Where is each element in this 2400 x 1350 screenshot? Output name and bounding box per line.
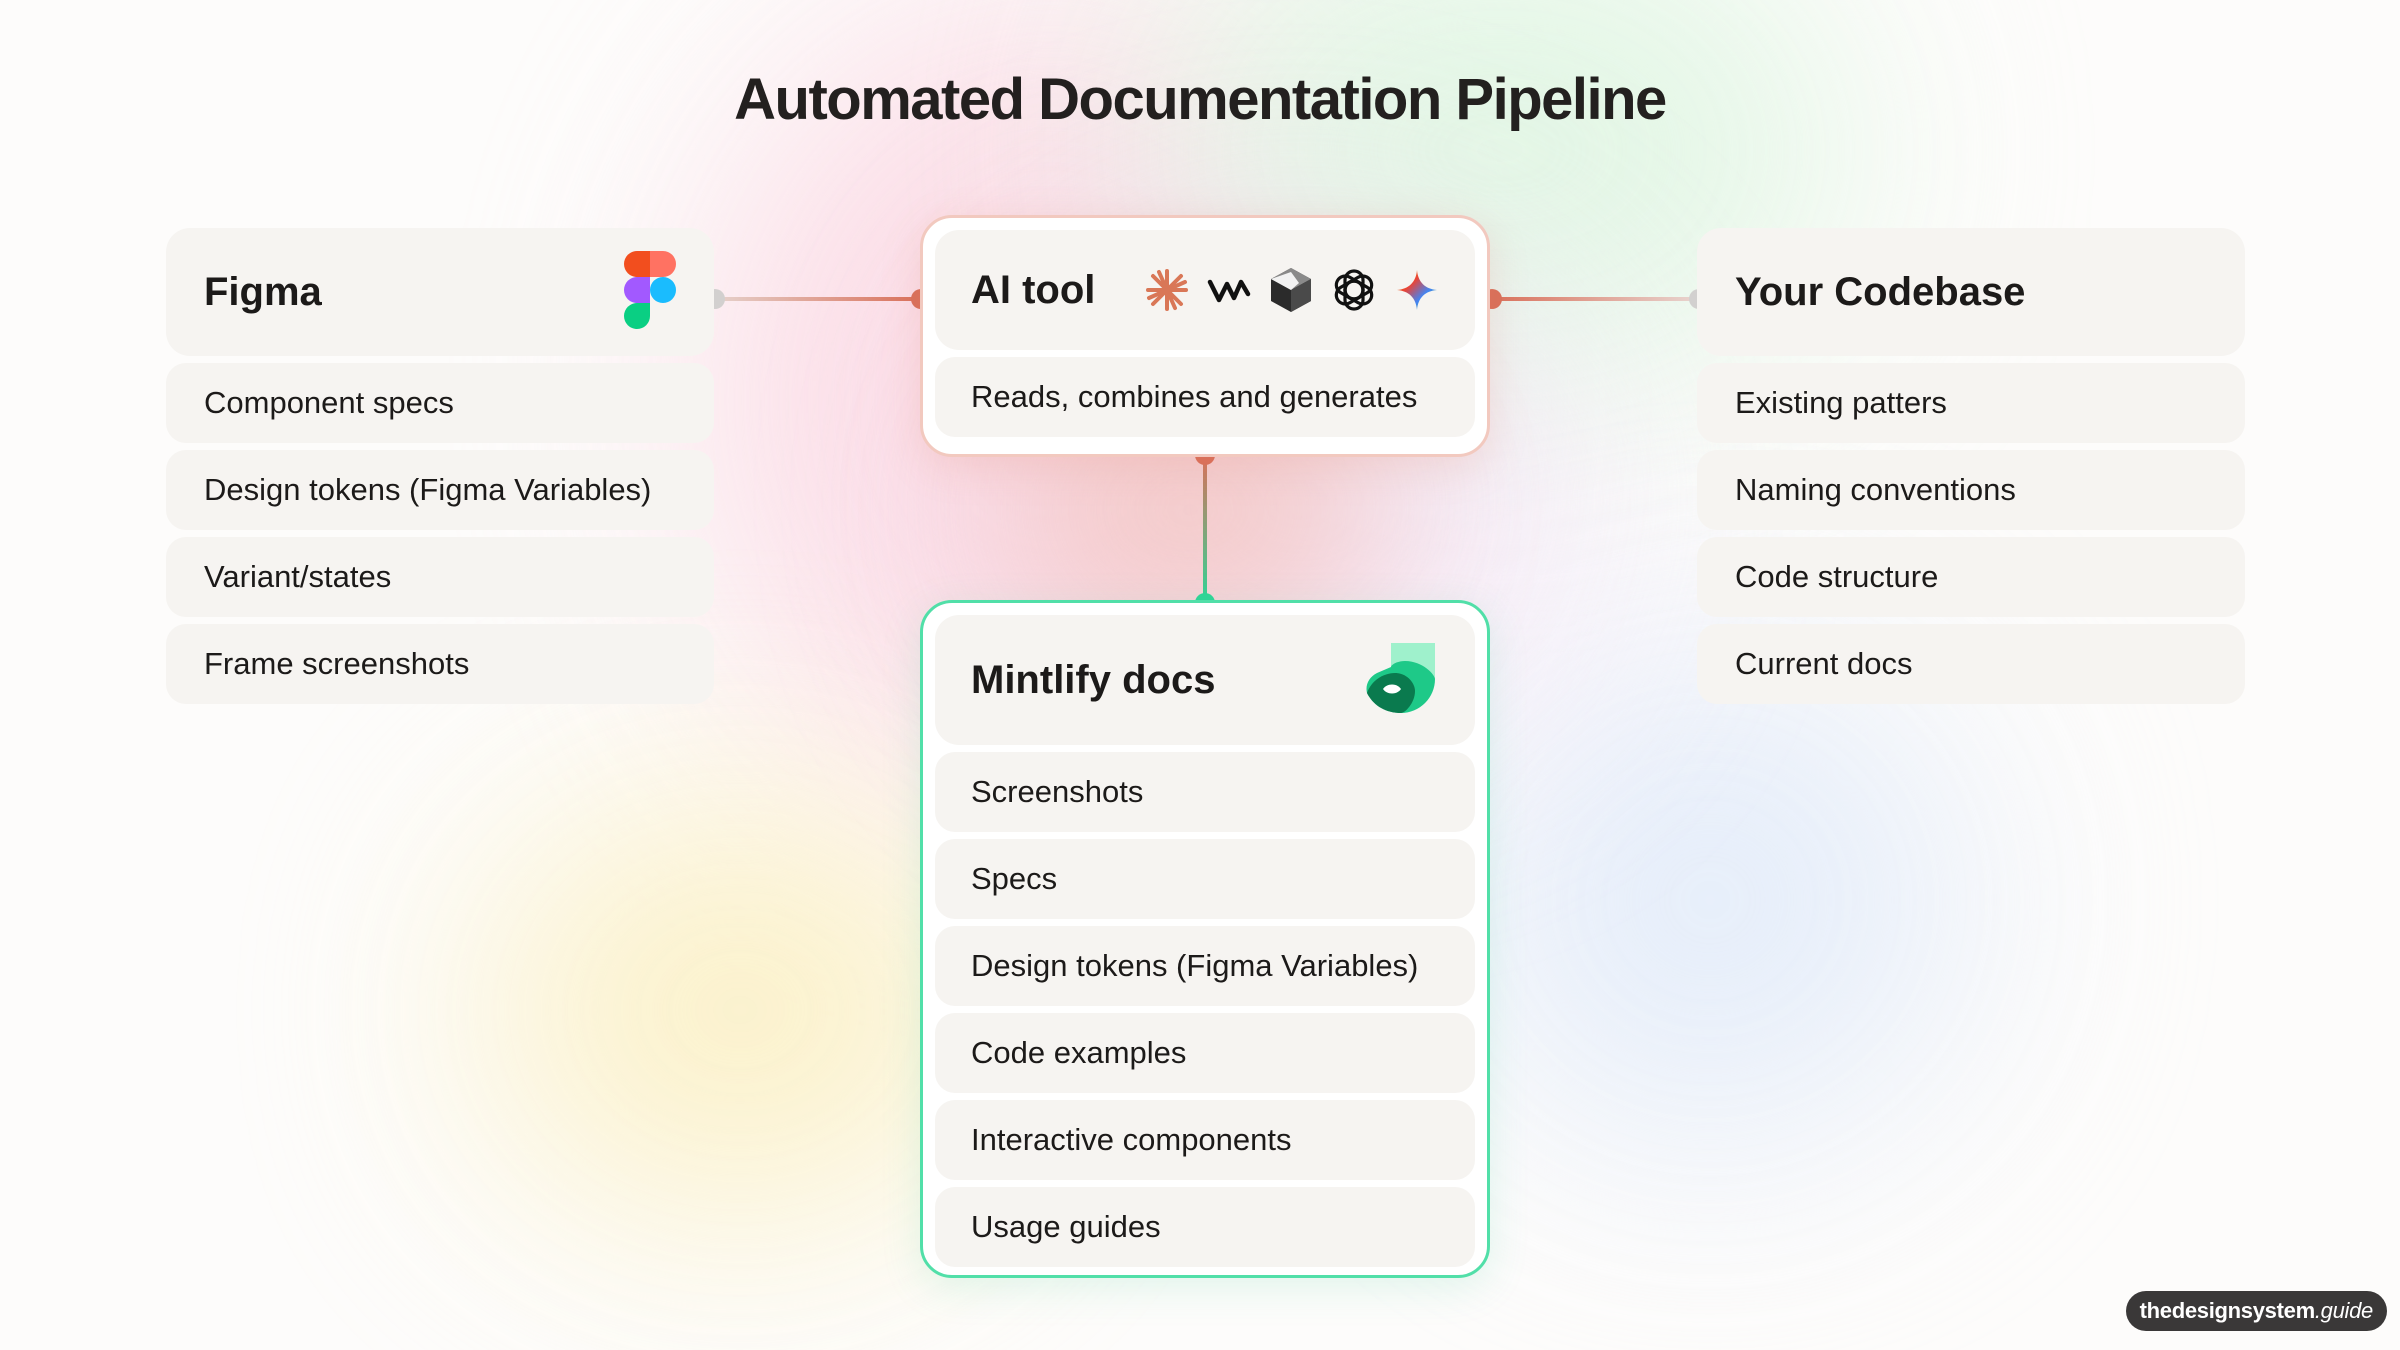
connector-ai-mintlify xyxy=(1203,455,1207,603)
ai-tool-card: AI tool Reads, combines and generates xyxy=(920,215,1490,457)
cursor-icon xyxy=(1269,266,1313,314)
ai-tool-title: AI tool xyxy=(971,267,1096,312)
mintlify-title: Mintlify docs xyxy=(971,657,1216,702)
page-title: Automated Documentation Pipeline xyxy=(734,67,1667,132)
connector-ai-codebase xyxy=(1490,297,1700,301)
list-item: Variant/states xyxy=(166,537,714,617)
list-item: Existing patters xyxy=(1697,363,2245,443)
list-item: Component specs xyxy=(166,363,714,443)
mintlify-logo-icon xyxy=(1361,639,1439,722)
windsurf-icon xyxy=(1207,268,1251,312)
list-item: Current docs xyxy=(1697,624,2245,704)
figma-header: Figma xyxy=(166,228,714,356)
list-item: Code structure xyxy=(1697,537,2245,617)
list-item: Interactive components xyxy=(935,1100,1475,1180)
mintlify-card: Mintlify docs Screenshots Specs Design t… xyxy=(920,600,1490,1278)
watermark-badge: thedesignsystem .guide xyxy=(2125,1291,2387,1331)
ai-tool-icons xyxy=(1145,266,1439,314)
list-item: Design tokens (Figma Variables) xyxy=(166,450,714,530)
connector-figma-ai xyxy=(715,297,920,301)
codebase-title: Your Codebase xyxy=(1735,269,2026,314)
figma-column: Figma Component specs Design tokens (Fig… xyxy=(166,228,714,704)
gemini-icon xyxy=(1395,268,1439,312)
claude-icon xyxy=(1145,268,1189,312)
list-item: Screenshots xyxy=(935,752,1475,832)
ai-tool-header: AI tool xyxy=(935,230,1475,350)
background-glow xyxy=(1450,650,1970,1150)
list-item: Frame screenshots xyxy=(166,624,714,704)
figma-title: Figma xyxy=(204,269,322,314)
watermark-italic: .guide xyxy=(2314,1298,2373,1323)
codebase-header: Your Codebase xyxy=(1697,228,2245,356)
list-item: Usage guides xyxy=(935,1187,1475,1267)
watermark-bold: thedesignsystem xyxy=(2139,1298,2316,1323)
figma-logo-icon xyxy=(624,250,676,334)
list-item: Code examples xyxy=(935,1013,1475,1093)
openai-icon xyxy=(1331,267,1377,313)
codebase-column: Your Codebase Existing patters Naming co… xyxy=(1697,228,2245,704)
list-item: Naming conventions xyxy=(1697,450,2245,530)
list-item: Reads, combines and generates xyxy=(935,357,1475,437)
mintlify-header: Mintlify docs xyxy=(935,615,1475,745)
list-item: Specs xyxy=(935,839,1475,919)
list-item: Design tokens (Figma Variables) xyxy=(935,926,1475,1006)
